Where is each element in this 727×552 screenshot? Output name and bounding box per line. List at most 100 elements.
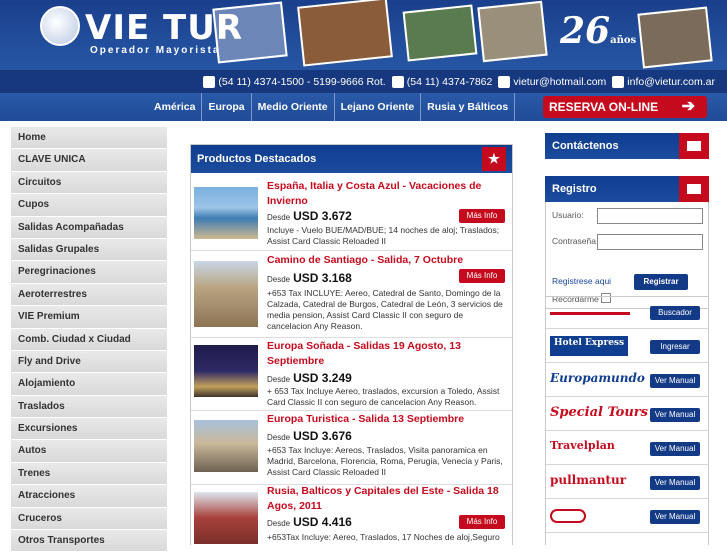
partner-button[interactable]: Ver Manual [650,510,700,524]
sidebar-item-aeroterrestres[interactable]: Aeroterrestres [11,283,167,307]
password-input[interactable] [597,234,703,250]
nav-america[interactable]: América [148,93,203,121]
partner-logo: Hotel Express [550,336,629,356]
price-value: USD 3.672 [293,209,352,223]
partner-button[interactable]: Ver Manual [650,442,700,456]
price-value: USD 3.676 [293,429,352,443]
price-prefix: Desde [267,433,291,442]
product-image[interactable] [194,187,258,239]
more-info-button[interactable]: Más Info [459,269,505,283]
email-text[interactable]: info@vietur.com.ar [627,76,715,88]
photo-collage [637,6,713,69]
partner-row: Special Tours Ver Manual [546,399,708,431]
messenger-text[interactable]: vietur@hotmail.com [513,76,606,88]
product-image[interactable] [194,261,258,327]
photo-collage [477,0,548,63]
product-image[interactable] [194,345,258,397]
sidebar-item-vie-premium[interactable]: VIE Premium [11,306,167,329]
sidebar: Home CLAVE UNICA Circuitos Cupos Salidas… [11,127,167,552]
price-value: USD 3.249 [293,371,352,385]
product-price: Desde USD 3.672 [267,209,352,223]
register-link[interactable]: Registrese aqui [552,276,611,286]
partner-row: Buscador [546,297,708,329]
partner-button[interactable]: Ingresar [650,340,700,354]
nav-medio-oriente[interactable]: Medio Oriente [252,93,335,121]
featured-header: Productos Destacados ★ [191,145,512,173]
more-info-button[interactable]: Más Info [459,209,505,223]
arrow-right-icon: ➔ [681,98,695,115]
sidebar-item-home[interactable]: Home [11,127,167,150]
more-info-button[interactable]: Más Info [459,515,505,529]
price-value: USD 4.416 [293,515,352,529]
contact-messenger[interactable]: vietur@hotmail.com [498,75,606,88]
nav-europa[interactable]: Europa [202,93,252,121]
product-price: Desde USD 3.168 [267,271,352,285]
product-description: + 653 Tax Incluye Aereo, traslados, excu… [267,386,500,407]
partner-button[interactable]: Ver Manual [650,374,700,388]
partner-button[interactable]: Ver Manual [650,408,700,422]
product-price: Desde USD 3.249 [267,371,352,385]
partner-row: Europamundo Ver Manual [546,365,708,397]
nav-rusia-balticos[interactable]: Rusia y Bálticos [421,93,516,121]
logo-icon[interactable] [40,6,80,46]
partner-button[interactable]: Ver Manual [650,476,700,490]
brand-name[interactable]: VIE TUR [85,8,243,48]
username-input[interactable] [597,208,703,224]
partner-logo: pullmantur [550,473,627,487]
register-button[interactable]: Registrar [634,274,688,290]
sidebar-item-trenes[interactable]: Trenes [11,462,167,486]
partners-panel: Buscador Hotel Express Ingresar Europamu… [545,296,709,545]
product-title[interactable]: Camino de Santiago - Salida, 7 Octubre [267,253,507,268]
sidebar-item-cupos[interactable]: Cupos [11,194,167,217]
sidebar-item-comb-ciudad[interactable]: Comb. Ciudad x Ciudad [11,328,167,351]
featured-products: Productos Destacados ★ España, Italia y C… [190,144,513,545]
product-description: Incluye - Vuelo BUE/MAD/BUE; 14 noches d… [267,225,500,246]
anniversary-badge: 26años [560,10,636,52]
price-prefix: Desde [267,375,291,384]
product-title[interactable]: España, Italia y Costa Azul - Vacaciones… [267,179,507,209]
password-label: Contraseña: [552,236,599,246]
login-header: Registro [545,176,709,202]
contact-box[interactable]: Contáctenos [545,133,709,159]
contact-box-label: Contáctenos [552,140,619,152]
product-title[interactable]: Europa Soñada - Salidas 19 Agosto, 13 Se… [267,339,507,369]
sidebar-item-clave-unica[interactable]: CLAVE UNICA [11,149,167,172]
sidebar-item-salidas-acompanadas[interactable]: Salidas Acompañadas [11,216,167,239]
sidebar-item-traslados[interactable]: Traslados [11,395,167,419]
sidebar-item-atracciones[interactable]: Atracciones [11,485,167,508]
sidebar-item-excursiones[interactable]: Excursiones [11,418,167,441]
product-image[interactable] [194,420,258,472]
sidebar-item-cruceros[interactable]: Cruceros [11,507,167,531]
partner-row: Travelplan Ver Manual [546,433,708,465]
envelope-icon [679,133,709,159]
partner-button[interactable]: Buscador [650,306,700,320]
nav-lejano-oriente[interactable]: Lejano Oriente [335,93,422,121]
photo-collage [402,4,478,62]
product-title[interactable]: Rusia, Balticos y Capitales del Este - S… [267,484,507,514]
sidebar-item-circuitos[interactable]: Circuitos [11,171,167,195]
sidebar-item-peregrinaciones[interactable]: Peregrinaciones [11,261,167,284]
reserve-label: RESERVA ON-LINE [549,100,659,114]
sidebar-item-fly-drive[interactable]: Fly and Drive [11,350,167,374]
divider [191,337,512,338]
sidebar-item-salidas-grupales[interactable]: Salidas Grupales [11,238,167,262]
email-icon [612,75,625,88]
photo-collage [297,0,393,67]
divider [191,410,512,411]
login-form: Usuario: Contraseña: Registrese aqui Reg… [545,202,709,309]
right-column: Contáctenos Registro Usuario: Contraseña… [545,133,709,309]
sidebar-item-otros-transportes[interactable]: Otros Transportes [11,530,167,552]
sidebar-item-autos[interactable]: Autos [11,440,167,463]
star-icon: ★ [482,147,506,171]
fax-text: (54 11) 4374-7862 [406,75,493,88]
price-value: USD 3.168 [293,271,352,285]
reserve-online-button[interactable]: RESERVA ON-LINE ➔ [543,96,707,118]
product-title[interactable]: Europa Turistica - Salida 13 Septiembre [267,412,507,427]
featured-title: Productos Destacados [197,153,317,165]
contact-email[interactable]: info@vietur.com.ar [612,75,715,88]
price-prefix: Desde [267,519,291,528]
sidebar-item-alojamiento[interactable]: Alojamiento [11,373,167,396]
product-image[interactable] [194,492,258,544]
product-description: +653Tax Incluye: Aereo, Traslados, 17 No… [267,532,500,542]
partner-row: pullmantur Ver Manual [546,467,708,499]
